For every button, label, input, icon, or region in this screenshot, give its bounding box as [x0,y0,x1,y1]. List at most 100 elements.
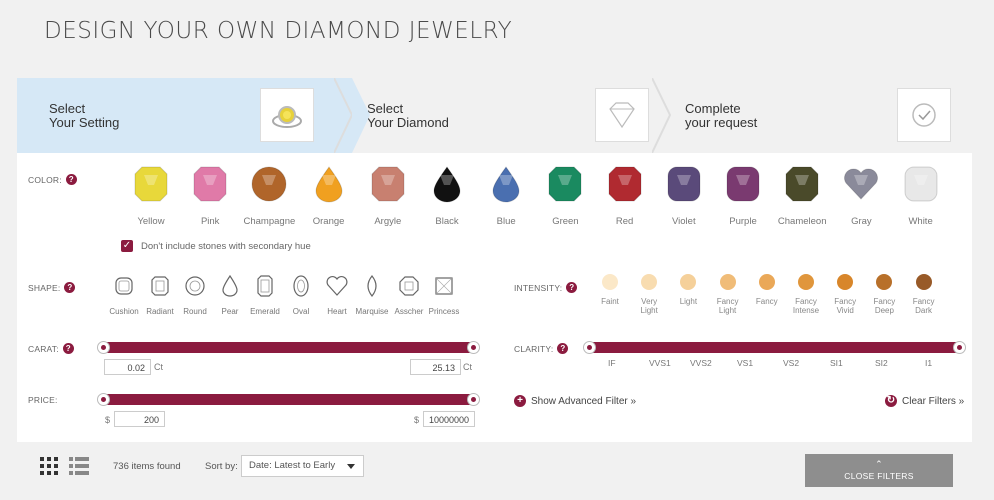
intensity-option-label: Light [679,297,698,306]
clear-filters-label: Clear Filters » [902,395,965,407]
price-slider[interactable] [97,393,480,406]
plus-icon: + [514,395,526,407]
chameleon-gem-icon [785,166,819,202]
color-option-champagne[interactable]: Champagne [239,165,299,227]
step-complete-request[interactable]: Complete your request [670,78,972,153]
color-option-gray[interactable]: Gray [831,165,891,227]
price-max-input[interactable]: 10000000 [423,411,475,427]
clarity-tick-i1: I1 [925,358,933,368]
color-option-yellow[interactable]: Yellow [121,165,181,227]
color-option-black[interactable]: Black [417,165,477,227]
refresh-icon: ↻ [885,395,897,407]
step-select-setting[interactable]: Select Your Setting [17,78,370,153]
color-option-purple[interactable]: Purple [713,165,773,227]
intensity-option-light[interactable]: Light [668,274,708,306]
clarity-min-handle[interactable] [583,341,596,354]
help-icon[interactable]: ? [64,282,76,293]
purple-gem-icon [726,166,760,202]
color-option-pink[interactable]: Pink [180,165,240,227]
color-option-chameleon[interactable]: Chameleon [772,165,832,227]
page-title: DESIGN YOUR OWN DIAMOND JEWELRY [44,18,513,44]
check-thumbnail [897,88,951,142]
list-view-icon[interactable] [69,457,89,475]
carat-max-handle[interactable] [467,341,480,354]
color-option-green[interactable]: Green [535,165,595,227]
step-3-line2: your request [685,115,758,130]
pear-shape-icon [222,274,238,297]
clarity-tick-if: IF [608,358,616,368]
item-count: 736 items found [113,461,181,472]
intensity-option-fancy-intense[interactable]: Fancy Intense [786,274,826,315]
step-1-line2: Your Setting [49,115,120,130]
clarity-tick-vs2: VS2 [783,358,800,368]
marquise-shape-icon [367,275,377,297]
price-min-handle[interactable] [97,393,110,406]
heart-shape-icon [326,276,348,296]
help-icon[interactable]: ? [65,174,77,185]
close-filters-button[interactable]: ⌃ CLOSE FILTERS [805,454,953,487]
intensity-option-fancy[interactable]: Fancy [747,274,787,306]
step-3-line1: Complete [685,101,741,116]
carat-max-unit: Ct [463,362,472,372]
intensity-option-fancy-deep[interactable]: Fancy Deep [864,274,904,315]
sort-dropdown[interactable]: Date: Latest to Early [241,455,364,477]
step-arrow [352,78,370,153]
shape-option-princess[interactable]: Princess [425,274,463,316]
intensity-option-very-light[interactable]: Very Light [629,274,669,315]
color-option-argyle[interactable]: Argyle [358,165,418,227]
secondary-hue-checkbox[interactable]: ✓ Don't include stones with secondary hu… [121,240,311,252]
violet-gem-icon [667,166,701,202]
color-option-label: Pink [200,216,220,227]
checkbox-checked-icon[interactable]: ✓ [121,240,133,252]
price-min-currency: $ [105,415,111,425]
color-option-orange[interactable]: Orange [299,165,359,227]
intensity-option-fancy-light[interactable]: Fancy Light [708,274,748,315]
round-shape-icon [185,276,205,296]
price-max-handle[interactable] [467,393,480,406]
price-min-input[interactable]: 200 [114,411,165,427]
carat-min-unit: Ct [154,362,163,372]
intensity-option-fancy-vivid[interactable]: Fancy Vivid [825,274,865,315]
diamond-thumbnail [595,88,649,142]
intensity-option-label: Faint [601,297,619,306]
carat-min-input[interactable]: 0.02 [104,359,151,375]
step-2-line2: Your Diamond [367,115,449,130]
emerald-shape-icon [257,275,273,297]
show-advanced-filter-link[interactable]: + Show Advanced Filter » [514,395,636,407]
color-option-red[interactable]: Red [595,165,655,227]
help-icon[interactable]: ? [566,282,578,293]
help-icon[interactable]: ? [62,343,74,354]
secondary-hue-label: Don't include stones with secondary hue [141,240,311,252]
intensity-swatch-icon [641,274,658,290]
champagne-gem-icon [251,166,287,202]
color-option-label: Argyle [374,216,402,227]
sort-label: Sort by: [205,461,238,472]
cushion-shape-icon [115,277,133,295]
intensity-option-label: Fancy [755,297,778,306]
carat-min-handle[interactable] [97,341,110,354]
clarity-slider[interactable] [583,341,966,354]
color-label: COLOR: [28,174,62,185]
radiant-shape-icon [151,276,169,296]
asscher-shape-icon [399,276,419,296]
blue-gem-icon [492,166,520,203]
grid-view-icon[interactable] [40,457,58,475]
steps-bar: Select Your Setting Select Your Diamond Co… [17,78,972,153]
intensity-option-faint[interactable]: Faint [590,274,630,306]
intensity-swatch-icon [602,274,618,290]
color-option-label: Red [615,216,634,227]
carat-slider[interactable] [97,341,480,354]
intensity-option-label: Fancy Dark [912,297,935,315]
color-option-white[interactable]: White [891,165,951,227]
shape-option-label: Princess [428,307,460,316]
color-option-violet[interactable]: Violet [654,165,714,227]
carat-max-input[interactable]: 25.13 [410,359,461,375]
clear-filters-link[interactable]: ↻ Clear Filters » [885,395,964,407]
help-icon[interactable]: ? [557,343,569,354]
color-option-label: Black [435,216,459,227]
intensity-option-fancy-dark[interactable]: Fancy Dark [904,274,944,315]
step-select-diamond[interactable]: Select Your Diamond [352,78,672,153]
color-option-blue[interactable]: Blue [476,165,536,227]
clarity-max-handle[interactable] [953,341,966,354]
color-option-label: White [908,216,933,227]
